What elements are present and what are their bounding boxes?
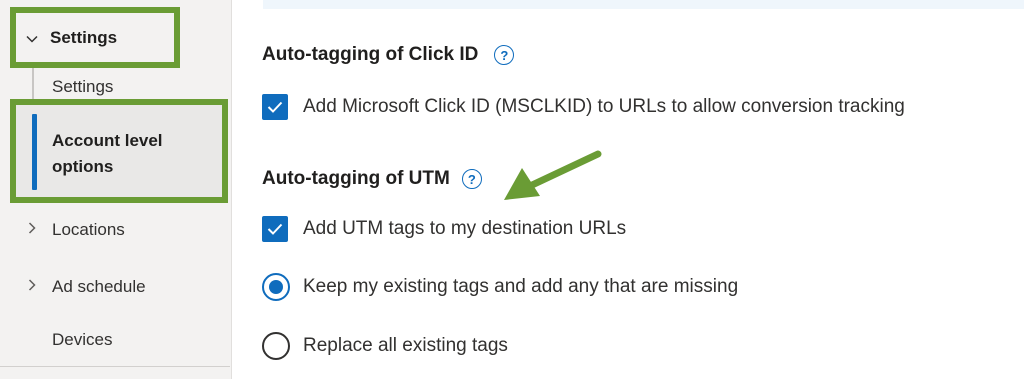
sidebar-item-ad-schedule[interactable]: Ad schedule	[0, 269, 230, 305]
sidebar-item-settings[interactable]: Settings	[52, 77, 113, 97]
chevron-right-icon	[28, 221, 42, 239]
checkbox-checked-icon[interactable]	[262, 216, 288, 242]
annotation-arrow-icon	[504, 150, 602, 200]
sidebar-item-label: Settings	[50, 28, 118, 47]
chevron-down-icon	[26, 28, 40, 48]
section-title-text: Auto-tagging of UTM	[262, 168, 450, 189]
radio-unselected-icon[interactable]	[262, 332, 290, 360]
checkbox-msclkid[interactable]: Add Microsoft Click ID (MSCLKID) to URLs…	[262, 94, 905, 120]
sidebar-item-label: Account level options	[52, 131, 163, 176]
checkbox-label: Add UTM tags to my destination URLs	[303, 218, 627, 239]
sidebar-item-locations[interactable]: Locations	[0, 212, 230, 248]
radio-label: Replace all existing tags	[303, 335, 508, 356]
sidebar-item-label: Devices	[52, 330, 113, 349]
chevron-right-icon	[28, 278, 42, 296]
page: Settings Settings Account level options …	[0, 0, 1024, 379]
section-title-utm: Auto-tagging of UTM ?	[262, 168, 482, 190]
sidebar-item-label: Locations	[52, 220, 125, 239]
radio-keep-existing-tags[interactable]: Keep my existing tags and add any that a…	[262, 273, 738, 301]
selected-indicator	[32, 114, 37, 190]
divider	[0, 366, 230, 367]
radio-replace-all-tags[interactable]: Replace all existing tags	[262, 332, 508, 360]
checkbox-label: Add Microsoft Click ID (MSCLKID) to URLs…	[303, 96, 905, 117]
radio-selected-icon[interactable]	[262, 273, 290, 301]
help-circle-icon[interactable]: ?	[461, 169, 482, 189]
sidebar-item-devices[interactable]: Devices	[0, 322, 230, 358]
sidebar-item-account-level-options[interactable]: Account level options	[14, 104, 226, 198]
checkbox-checked-icon[interactable]	[262, 94, 288, 120]
section-title-click-id: Auto-tagging of Click ID ?	[262, 44, 515, 66]
info-banner-edge	[263, 0, 1024, 9]
sidebar-item-label: Ad schedule	[52, 277, 146, 296]
sidebar: Settings Settings Account level options …	[0, 0, 232, 379]
checkbox-utm-tags[interactable]: Add UTM tags to my destination URLs	[262, 216, 626, 242]
radio-label: Keep my existing tags and add any that a…	[303, 276, 739, 297]
help-circle-icon[interactable]: ?	[494, 45, 515, 65]
sidebar-item-settings-parent[interactable]: Settings	[14, 10, 178, 66]
section-title-text: Auto-tagging of Click ID	[262, 44, 479, 65]
